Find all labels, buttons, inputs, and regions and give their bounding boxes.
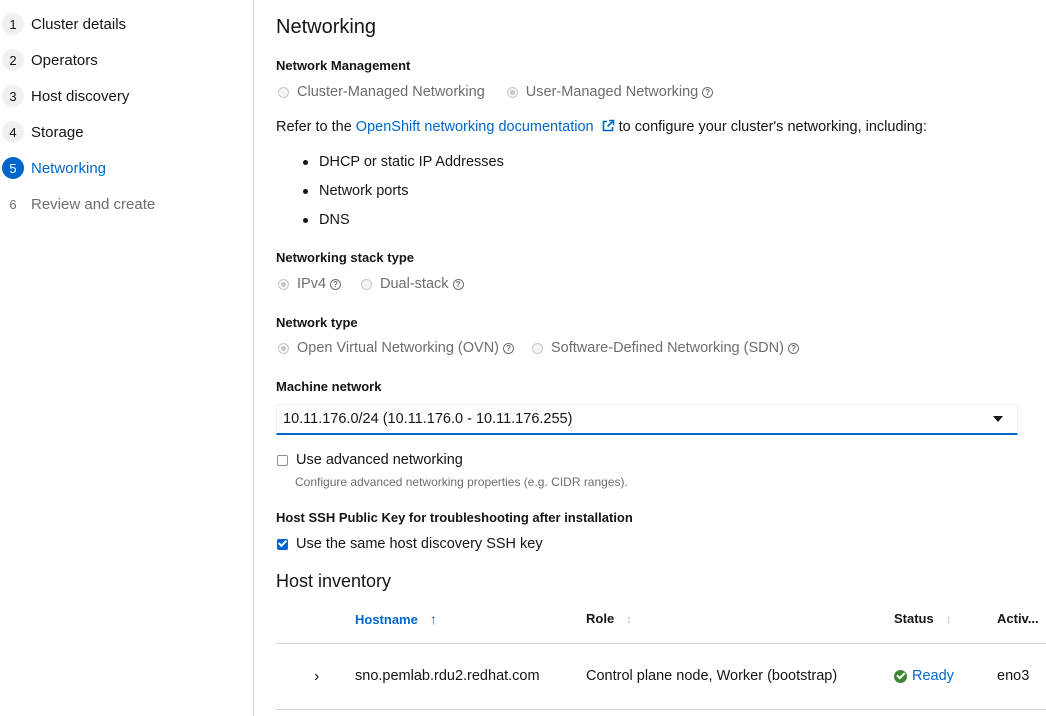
openshift-networking-docs-link[interactable]: OpenShift networking documentation: [356, 119, 615, 135]
user-managed-option[interactable]: User-Managed Networking ?: [506, 84, 714, 100]
ovn-option[interactable]: Open Virtual Networking (OVN) ?: [278, 340, 515, 356]
status-text: Ready: [912, 668, 954, 684]
cluster-managed-label: Cluster-Managed Networking: [297, 84, 485, 100]
column-label: Activ...: [997, 611, 1039, 626]
network-management-heading: Network Management: [276, 58, 411, 73]
sort-icon: ↕: [945, 611, 952, 626]
column-header-active[interactable]: Activ...: [997, 611, 1039, 626]
advanced-networking-label: Use advanced networking: [296, 452, 463, 468]
list-item-text: DNS: [319, 212, 350, 228]
step-number: 2: [2, 49, 24, 71]
same-ssh-key-checkbox[interactable]: [277, 538, 288, 550]
step-number: 3: [2, 85, 24, 107]
list-item-text: DHCP or static IP Addresses: [319, 154, 504, 170]
advanced-networking-description: Configure advanced networking properties…: [295, 475, 628, 489]
wizard-step-cluster-details[interactable]: 1 Cluster details: [0, 12, 126, 36]
advanced-networking-checkbox[interactable]: [277, 454, 288, 466]
check-circle-icon: [894, 669, 907, 683]
table-header-divider: [276, 643, 1046, 644]
ipv4-radio[interactable]: [278, 278, 289, 290]
networking-page: Networking Network Management Cluster-Ma…: [276, 0, 1046, 716]
step-label: Operators: [31, 51, 98, 69]
sdn-radio[interactable]: [532, 342, 544, 354]
step-number: 4: [2, 121, 24, 143]
column-label: Hostname: [355, 611, 418, 627]
step-label: Networking: [31, 159, 107, 177]
machine-network-heading: Machine network: [276, 379, 382, 394]
step-number: 5: [2, 157, 24, 179]
page-title: Networking: [276, 16, 377, 38]
sdn-label: Software-Defined Networking (SDN): [551, 340, 784, 356]
column-header-hostname[interactable]: Hostname ↑: [355, 611, 437, 627]
host-inventory-title: Host inventory: [276, 571, 392, 591]
step-number: 6: [9, 196, 17, 212]
networking-docs-text: Refer to the OpenShift networking docume…: [276, 119, 927, 135]
stack-type-radio-group: IPv4 ? Dual-stack ?: [278, 276, 464, 292]
wizard-step-operators[interactable]: 2 Operators: [0, 48, 98, 72]
step-label: Host discovery: [31, 87, 130, 105]
column-header-role[interactable]: Role ↕: [586, 611, 632, 626]
network-management-radio-group: Cluster-Managed Networking User-Managed …: [278, 84, 714, 100]
help-icon[interactable]: ?: [503, 342, 515, 354]
step-label: Storage: [31, 123, 84, 141]
wizard-step-review-and-create[interactable]: 6 Review and create: [0, 192, 155, 216]
network-type-heading: Network type: [276, 315, 358, 330]
same-ssh-key-option[interactable]: Use the same host discovery SSH key: [277, 536, 543, 552]
refer-suffix: to configure your cluster's networking, …: [614, 119, 927, 135]
step-label: Review and create: [31, 195, 156, 213]
same-ssh-key-label: Use the same host discovery SSH key: [296, 536, 543, 552]
help-icon[interactable]: ?: [330, 278, 342, 290]
refer-prefix: Refer to the: [276, 119, 356, 135]
ovn-radio[interactable]: [278, 342, 289, 354]
column-label: Status: [894, 611, 934, 626]
ipv4-option[interactable]: IPv4 ?: [278, 276, 342, 292]
list-item: DNS: [303, 212, 350, 228]
bullet-dot: [303, 217, 308, 223]
ovn-label: Open Virtual Networking (OVN): [297, 340, 500, 356]
help-icon[interactable]: ?: [787, 342, 799, 354]
sort-asc-icon: ↑: [429, 611, 437, 627]
list-item: Network ports: [303, 183, 408, 199]
role-cell: Control plane node, Worker (bootstrap): [586, 668, 838, 684]
advanced-networking-option[interactable]: Use advanced networking: [277, 452, 463, 468]
expand-icon[interactable]: ›: [314, 668, 319, 686]
docs-link-text: OpenShift networking documentation: [355, 119, 594, 135]
networking-stack-heading: Networking stack type: [276, 250, 414, 265]
wizard-step-storage[interactable]: 4 Storage: [0, 120, 84, 144]
ssh-key-heading: Host SSH Public Key for troubleshooting …: [276, 510, 633, 525]
wizard-step-host-discovery[interactable]: 3 Host discovery: [0, 84, 129, 108]
dual-stack-label: Dual-stack: [380, 276, 449, 292]
cluster-managed-option[interactable]: Cluster-Managed Networking: [278, 84, 485, 100]
list-item: DHCP or static IP Addresses: [303, 154, 504, 170]
user-managed-label: User-Managed Networking: [525, 84, 699, 100]
status-cell[interactable]: Ready: [894, 668, 954, 684]
sdn-option[interactable]: Software-Defined Networking (SDN) ?: [532, 340, 799, 356]
cluster-managed-radio[interactable]: [278, 86, 289, 98]
machine-network-value: 10.11.176.0/24 (10.11.176.0 - 10.11.176.…: [283, 411, 573, 427]
help-icon[interactable]: ?: [452, 278, 464, 290]
ipv4-label: IPv4: [297, 276, 327, 292]
caret-down-icon: [993, 416, 1003, 422]
bullet-dot: [303, 159, 308, 165]
external-link-icon: [602, 119, 614, 132]
dual-stack-radio[interactable]: [361, 278, 373, 290]
step-label: Cluster details: [31, 15, 127, 33]
step-number: 1: [2, 13, 24, 35]
wizard-nav: 1 Cluster details 2 Operators 3 Host dis…: [0, 0, 254, 716]
help-icon[interactable]: ?: [702, 86, 714, 98]
hostname-link[interactable]: sno.pemlab.rdu2.redhat.com: [355, 668, 540, 684]
bullet-dot: [303, 188, 308, 194]
wizard-step-networking[interactable]: 5 Networking: [0, 156, 106, 180]
list-item-text: Network ports: [319, 183, 409, 199]
network-type-radio-group: Open Virtual Networking (OVN) ? Software…: [278, 340, 799, 356]
column-label: Role: [586, 611, 615, 626]
active-nic-cell: eno3: [997, 668, 1030, 684]
machine-network-select[interactable]: 10.11.176.0/24 (10.11.176.0 - 10.11.176.…: [276, 404, 1018, 435]
table-row-divider: [276, 709, 1046, 710]
column-header-status[interactable]: Status ↕: [894, 611, 952, 626]
dual-stack-option[interactable]: Dual-stack ?: [361, 276, 464, 292]
sort-icon: ↕: [626, 611, 633, 626]
user-managed-radio[interactable]: [506, 86, 518, 98]
